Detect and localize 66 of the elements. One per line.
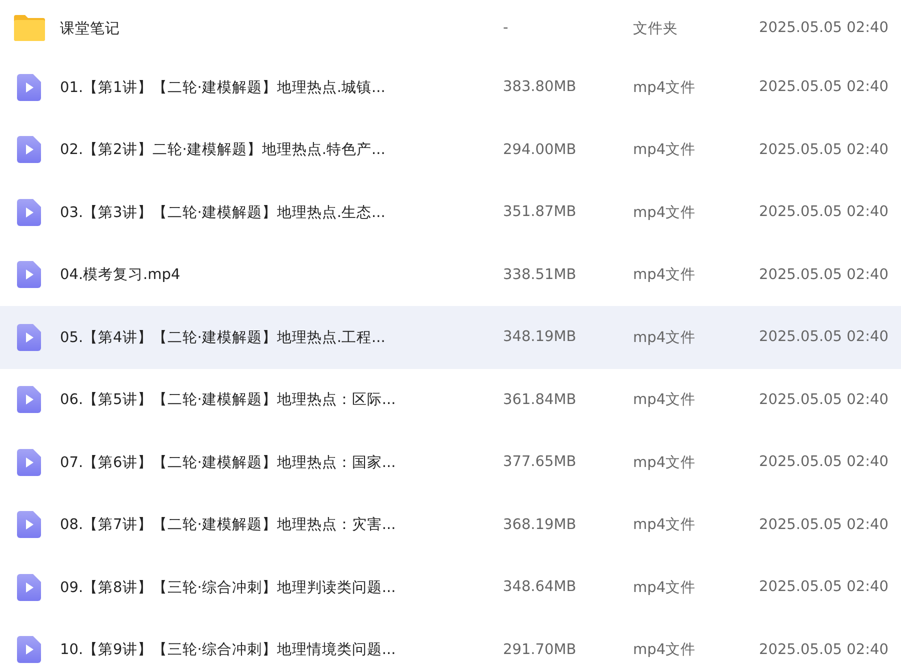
file-name: 09.【第8讲】【三轮·综合冲刺】地理判读类问题... xyxy=(60,578,397,597)
file-size: 351.87MB xyxy=(503,204,578,220)
video-file-icon xyxy=(17,136,41,164)
file-row[interactable]: 课堂笔记 - 文件夹 2025.05.05 02:40 xyxy=(0,0,901,56)
file-row[interactable]: 05.【第4讲】【二轮·建模解题】地理热点.工程... 348.19MB mp4文件 2025.05.05 02:40 xyxy=(0,306,901,368)
file-row[interactable]: 10.【第9讲】【三轮·综合冲刺】地理情境类问题... 291.70MB mp4文件 2025.05.05 02:40 xyxy=(0,618,901,664)
video-file-icon xyxy=(17,636,41,664)
file-name: 08.【第7讲】【二轮·建模解题】地理热点：灾害... xyxy=(60,516,397,534)
file-row[interactable]: 06.【第5讲】【二轮·建模解题】地理热点：区际... 361.84MB mp4文件 2025.05.05 02:40 xyxy=(0,368,901,431)
file-size: - xyxy=(503,20,510,36)
file-name: 02.【第2讲】二轮·建模解题】地理热点.特色产... xyxy=(60,141,386,160)
modified-date: 2025.05.05 02:40 xyxy=(759,392,890,408)
file-size: 348.19MB xyxy=(503,329,578,346)
file-name: 04.模考复习.mp4 xyxy=(60,266,182,284)
file-type: mp4文件 xyxy=(633,641,697,660)
file-name: 07.【第6讲】【二轮·建模解题】地理热点：国家... xyxy=(60,454,397,472)
file-size: 368.19MB xyxy=(503,516,578,533)
video-file-icon xyxy=(17,74,41,101)
video-file-icon xyxy=(17,261,41,288)
file-type: mp4文件 xyxy=(633,391,697,410)
file-row[interactable]: 07.【第6讲】【二轮·建模解题】地理热点：国家... 377.65MB mp4文件 2025.05.05 02:40 xyxy=(0,431,901,494)
file-row[interactable]: 01.【第1讲】【二轮·建模解题】地理热点.城镇... 383.80MB mp4文件 2025.05.05 02:40 xyxy=(0,56,901,118)
file-size: 361.84MB xyxy=(503,392,578,408)
file-size: 383.80MB xyxy=(503,79,578,96)
file-row[interactable]: 04.模考复习.mp4 338.51MB mp4文件 2025.05.05 02:40 xyxy=(0,244,901,306)
file-type: 文件夹 xyxy=(633,20,679,38)
file-row[interactable]: 09.【第8讲】【三轮·综合冲刺】地理判读类问题... 348.64MB mp4文件 2025.05.05 02:40 xyxy=(0,556,901,618)
modified-date: 2025.05.05 02:40 xyxy=(759,142,890,158)
modified-date: 2025.05.05 02:40 xyxy=(759,642,890,658)
file-type: mp4文件 xyxy=(633,454,697,472)
modified-date: 2025.05.05 02:40 xyxy=(759,266,890,283)
folder-icon xyxy=(14,15,44,41)
file-size: 377.65MB xyxy=(503,454,578,470)
file-type: mp4文件 xyxy=(633,78,697,97)
file-type: mp4文件 xyxy=(633,204,697,222)
file-size: 338.51MB xyxy=(503,266,578,283)
video-file-icon xyxy=(17,448,41,476)
file-name: 10.【第9讲】【三轮·综合冲刺】地理情境类问题... xyxy=(60,640,397,660)
video-file-icon xyxy=(17,324,41,351)
file-name: 06.【第5讲】【二轮·建模解题】地理热点：区际... xyxy=(60,391,397,410)
file-type: mp4文件 xyxy=(633,266,697,284)
modified-date: 2025.05.05 02:40 xyxy=(759,329,890,346)
file-type: mp4文件 xyxy=(633,141,697,160)
modified-date: 2025.05.05 02:40 xyxy=(759,204,890,220)
file-size: 291.70MB xyxy=(503,642,578,658)
file-type: mp4文件 xyxy=(633,516,697,534)
file-size: 348.64MB xyxy=(503,579,578,596)
file-name: 03.【第3讲】【二轮·建模解题】地理热点.生态... xyxy=(60,204,386,222)
video-file-icon xyxy=(17,511,41,538)
modified-date: 2025.05.05 02:40 xyxy=(759,516,890,533)
file-size: 294.00MB xyxy=(503,142,578,158)
file-row[interactable]: 02.【第2讲】二轮·建模解题】地理热点.特色产... 294.00MB mp4文件 2025.05.05 02:40 xyxy=(0,118,901,181)
file-name: 05.【第4讲】【二轮·建模解题】地理热点.工程... xyxy=(60,328,386,347)
file-type: mp4文件 xyxy=(633,578,697,597)
file-row[interactable]: 08.【第7讲】【二轮·建模解题】地理热点：灾害... 368.19MB mp4文件 2025.05.05 02:40 xyxy=(0,494,901,556)
file-name: 01.【第1讲】【二轮·建模解题】地理热点.城镇... xyxy=(60,78,386,97)
video-file-icon xyxy=(17,198,41,226)
file-name: 课堂笔记 xyxy=(60,20,121,38)
video-file-icon xyxy=(17,574,41,601)
modified-date: 2025.05.05 02:40 xyxy=(759,20,890,36)
file-row[interactable]: 03.【第3讲】【二轮·建模解题】地理热点.生态... 351.87MB mp4文件 2025.05.05 02:40 xyxy=(0,181,901,244)
file-type: mp4文件 xyxy=(633,328,697,347)
modified-date: 2025.05.05 02:40 xyxy=(759,79,890,96)
video-file-icon xyxy=(17,386,41,414)
modified-date: 2025.05.05 02:40 xyxy=(759,454,890,470)
modified-date: 2025.05.05 02:40 xyxy=(759,579,890,596)
